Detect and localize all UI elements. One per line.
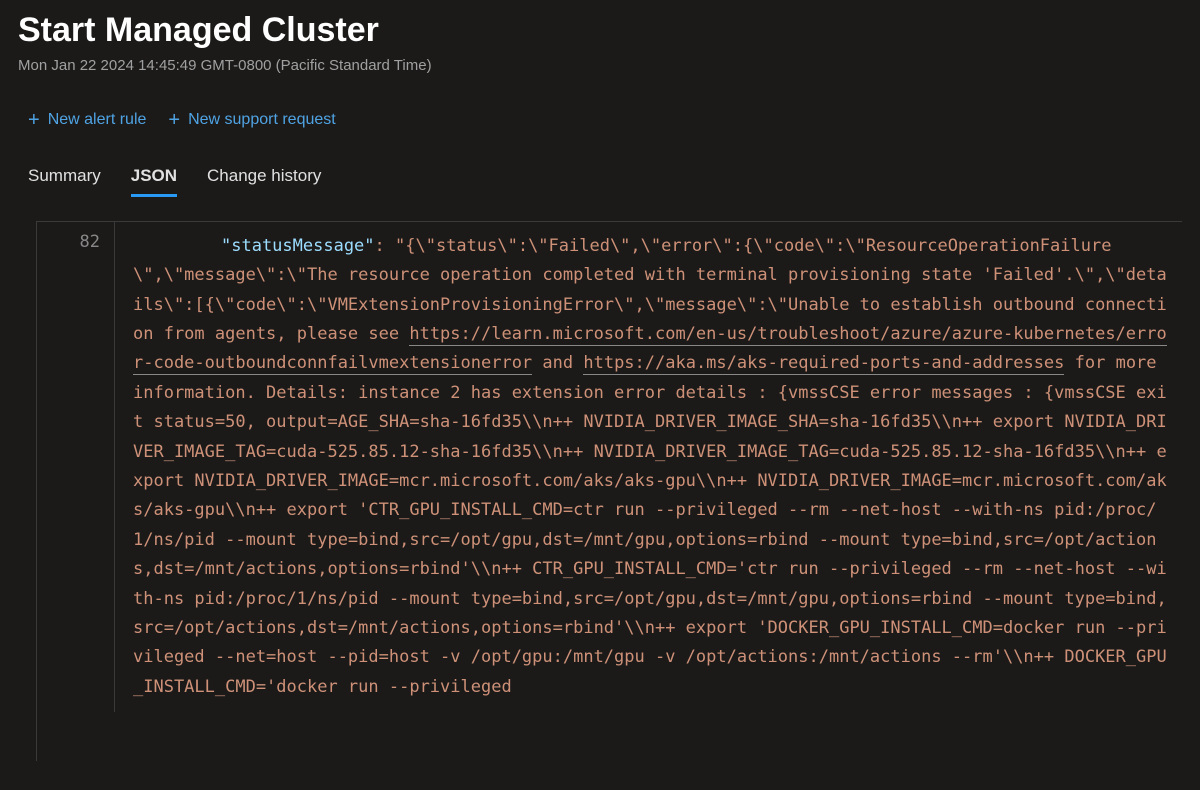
json-key: "statusMessage" xyxy=(221,236,375,256)
page-timestamp: Mon Jan 22 2024 14:45:49 GMT-0800 (Pacif… xyxy=(18,57,1182,74)
json-value-seg3: for more information. Details: instance … xyxy=(133,353,1167,696)
tab-summary[interactable]: Summary xyxy=(28,166,101,197)
json-viewer[interactable]: 82 "statusMessage": "{\"status\":\"Faile… xyxy=(36,221,1182,761)
new-alert-rule-label: New alert rule xyxy=(48,111,147,129)
plus-icon: + xyxy=(28,110,40,130)
new-support-request-button[interactable]: + New support request xyxy=(168,110,335,130)
tab-change-history[interactable]: Change history xyxy=(207,166,321,197)
json-value-seg2: and xyxy=(532,353,583,373)
new-support-request-label: New support request xyxy=(188,111,336,129)
json-content[interactable]: "statusMessage": "{\"status\":\"Failed\"… xyxy=(115,222,1182,713)
command-bar: + New alert rule + New support request xyxy=(18,110,1182,130)
doc-link-2[interactable]: https://aka.ms/aks-required-ports-and-ad… xyxy=(583,353,1064,375)
line-number: 82 xyxy=(37,222,115,713)
tab-bar: Summary JSON Change history xyxy=(18,166,1182,197)
json-colon: : xyxy=(375,236,395,256)
new-alert-rule-button[interactable]: + New alert rule xyxy=(28,110,146,130)
tab-json[interactable]: JSON xyxy=(131,166,177,197)
page-title: Start Managed Cluster xyxy=(18,10,1182,51)
plus-icon: + xyxy=(168,110,180,130)
